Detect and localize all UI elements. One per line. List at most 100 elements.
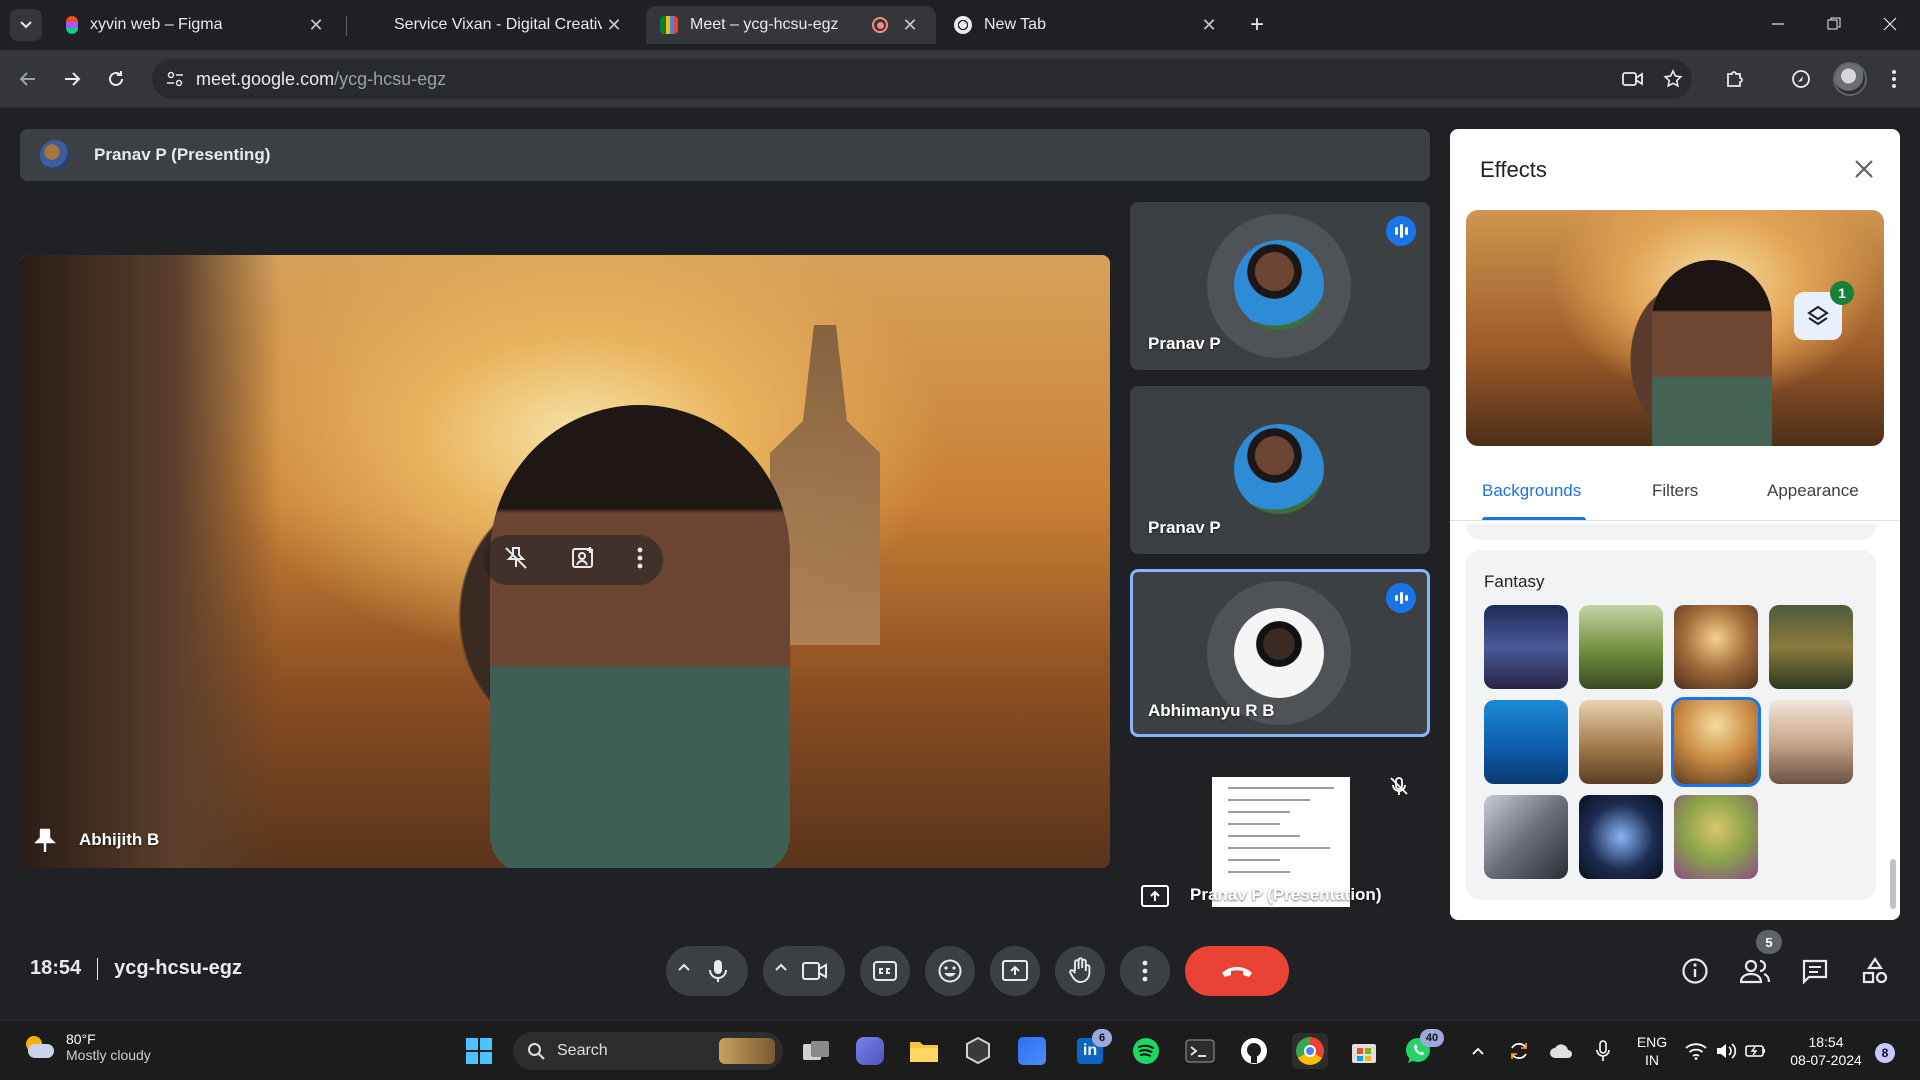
tab-filters[interactable]: Filters [1652,481,1698,501]
close-window-button[interactable] [1862,0,1918,48]
avatar [1833,62,1867,96]
close-tab-icon[interactable]: ✕ [602,15,626,36]
participant-tile[interactable]: Pranav P [1130,386,1430,554]
participant-tile[interactable]: Pranav P [1130,202,1430,370]
tab-vixan[interactable]: Service Vixan - Digital Creative Agency … [350,6,640,44]
close-tab-icon[interactable]: ✕ [898,15,922,36]
tab-meet[interactable]: Meet – ycg-hcsu-egz ✕ [646,6,936,44]
captions-button[interactable] [860,946,910,996]
microphone-button[interactable] [706,958,730,989]
address-bar[interactable]: meet.google.com/ycg-hcsu-egz [152,59,1692,99]
video-options-button[interactable] [773,959,789,980]
main-video-tile[interactable]: Abhijith B [20,255,1110,868]
spotify-app[interactable] [1128,1033,1164,1069]
file-explorer-app[interactable] [906,1033,942,1069]
leave-call-button[interactable] [1185,946,1289,996]
restore-button[interactable] [1806,0,1862,48]
weather-widget[interactable]: 80°F Mostly cloudy [24,1031,151,1063]
camera-button[interactable] [801,959,829,988]
background-thumb[interactable] [1579,795,1663,879]
people-button[interactable] [1737,953,1773,989]
tile-more-options-button[interactable] [637,547,643,574]
teams-app[interactable] [852,1033,888,1069]
forward-button[interactable] [56,63,88,95]
chat-button[interactable] [1797,953,1833,989]
start-button[interactable] [461,1033,497,1069]
meeting-details-button[interactable] [1677,953,1713,989]
system-clock[interactable]: 18:54 08-07-2024 [1782,1033,1870,1069]
close-icon [1855,160,1873,178]
tab-new-tab[interactable]: New Tab ✕ [940,6,1235,44]
background-thumb[interactable] [1674,795,1758,879]
language-indicator[interactable]: ENG IN [1636,1033,1668,1069]
extensions-button[interactable] [1719,63,1751,95]
chrome-app[interactable] [1292,1033,1328,1069]
vscode-app[interactable] [1014,1033,1050,1069]
background-thumb-selected[interactable] [1671,697,1761,787]
unity-app[interactable] [960,1033,996,1069]
background-thumb[interactable] [1579,605,1663,689]
bookmark-button[interactable] [1657,63,1689,95]
windows-icon [466,1038,492,1064]
raise-hand-button[interactable] [1055,946,1105,996]
microsoft-store-app[interactable] [1346,1033,1382,1069]
battery-tray-icon[interactable] [1742,1033,1770,1069]
participant-tile-active[interactable]: Abhimanyu R B [1130,569,1430,737]
clock-date: 08-07-2024 [1790,1052,1862,1068]
microphone-tray-icon[interactable] [1588,1033,1618,1069]
effects-panel: Effects 1 Backgrounds Filters Appearance… [1450,129,1900,920]
taskbar-search[interactable]: Search [513,1032,783,1070]
participant-name: Pranav P [1148,334,1221,353]
background-thumb[interactable] [1484,700,1568,784]
more-options-button[interactable] [1120,946,1170,996]
whatsapp-badge: 40 [1420,1029,1444,1047]
notification-count-badge[interactable]: 8 [1875,1043,1895,1063]
onedrive-tray-icon[interactable] [1546,1033,1576,1069]
frame-tile-button[interactable] [570,545,596,576]
task-view-button[interactable] [798,1033,834,1069]
tab-search-button[interactable] [10,9,42,41]
presentation-tile[interactable]: Pranav P (Presentation) [1130,753,1430,918]
recording-icon [872,17,888,33]
audio-options-button[interactable] [676,959,692,980]
minimize-button[interactable] [1750,0,1806,48]
show-hidden-icons-button[interactable] [1464,1033,1492,1069]
tab-figma[interactable]: xyvin web – Figma ✕ [52,6,342,44]
background-thumb[interactable] [1579,700,1663,784]
close-tab-icon[interactable]: ✕ [304,15,328,36]
effects-scrollbar[interactable] [1890,859,1896,909]
close-tab-icon[interactable]: ✕ [1197,15,1221,36]
url-host: meet.google.com [196,68,335,89]
background-thumb[interactable] [1484,605,1568,689]
speedometer-icon [1792,70,1810,88]
background-thumb[interactable] [1484,795,1568,879]
tile-hover-controls [483,535,663,585]
present-now-button[interactable] [990,946,1040,996]
terminal-app[interactable] [1182,1033,1218,1069]
chevron-down-icon [20,21,32,29]
back-button[interactable] [12,63,44,95]
browser-menu-button[interactable] [1878,63,1910,95]
profile-button[interactable] [1830,59,1870,99]
sync-tray-icon[interactable] [1504,1033,1534,1069]
reload-button[interactable] [100,63,132,95]
site-settings-icon[interactable] [166,70,184,88]
background-thumb[interactable] [1769,700,1853,784]
clock-time: 18:54 [1808,1034,1844,1050]
background-thumb[interactable] [1769,605,1853,689]
activities-button[interactable] [1857,953,1893,989]
reactions-button[interactable] [925,946,975,996]
wifi-tray-icon[interactable] [1682,1033,1710,1069]
github-app[interactable] [1236,1033,1272,1069]
presenting-banner[interactable]: Pranav P (Presenting) [20,129,1430,181]
background-thumb[interactable] [1674,605,1758,689]
volume-tray-icon[interactable] [1712,1033,1740,1069]
tab-backgrounds[interactable]: Backgrounds [1482,481,1581,501]
performance-button[interactable] [1785,63,1817,95]
wifi-icon [1685,1043,1707,1060]
close-effects-button[interactable] [1846,151,1882,187]
tab-appearance[interactable]: Appearance [1767,481,1859,501]
camera-in-use-button[interactable] [1617,63,1649,95]
new-tab-button[interactable]: + [1243,12,1271,40]
unpin-button[interactable] [503,545,529,576]
